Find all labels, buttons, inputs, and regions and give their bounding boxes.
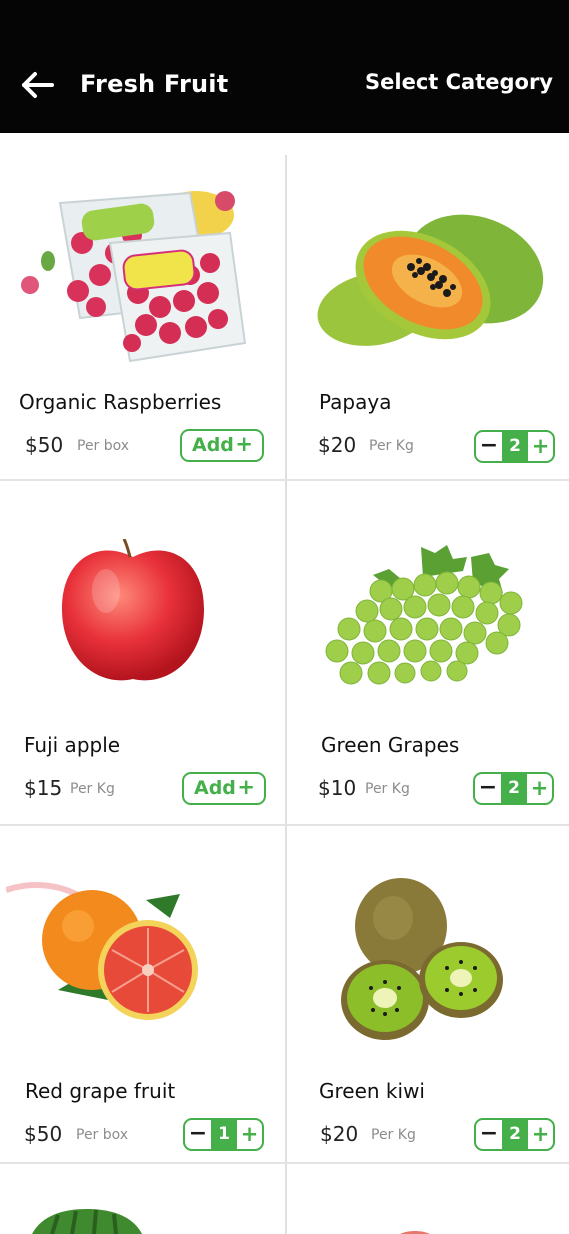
quantity-stepper: − 1 +: [183, 1118, 264, 1151]
quantity-stepper: − 2 +: [474, 1118, 555, 1151]
product-price: $20: [318, 433, 357, 457]
increase-quantity-button[interactable]: +: [528, 1120, 553, 1149]
select-category-button[interactable]: Select Category: [365, 70, 553, 94]
add-to-cart-button[interactable]: Add +: [182, 772, 266, 805]
back-button[interactable]: [20, 70, 56, 100]
plus-icon: +: [237, 775, 255, 799]
decrease-quantity-button[interactable]: −: [475, 774, 501, 803]
quantity-stepper: − 2 +: [474, 430, 555, 463]
product-card-green-kiwi[interactable]: Green kiwi $20 Per Kg − 2 +: [287, 826, 569, 1162]
product-price: $50: [24, 1122, 63, 1146]
row-divider: [0, 1162, 569, 1164]
product-unit: Per box: [76, 1127, 129, 1143]
product-card-papaya[interactable]: Papaya $20 Per Kg − 2 +: [287, 133, 569, 479]
product-unit: Per Kg: [369, 438, 414, 454]
arrow-left-icon: [22, 72, 54, 98]
product-unit: Per Kg: [371, 1127, 416, 1143]
product-card-raspberries[interactable]: Organic Raspberries $50 Per box Add +: [0, 133, 285, 479]
product-name: Papaya: [319, 390, 392, 414]
product-card-fuji-apple[interactable]: Fuji apple $15 Per Kg Add +: [0, 481, 285, 824]
decrease-quantity-button[interactable]: −: [476, 432, 502, 461]
product-grid: Organic Raspberries $50 Per box Add + Pa…: [0, 133, 569, 1234]
product-name: Green kiwi: [319, 1079, 425, 1103]
raspberries-image: [21, 191, 247, 363]
add-to-cart-button[interactable]: Add +: [180, 429, 264, 462]
quantity-value: 1: [211, 1120, 237, 1149]
product-unit: Per Kg: [365, 781, 410, 797]
quantity-stepper: − 2 +: [473, 772, 554, 805]
increase-quantity-button[interactable]: +: [528, 432, 553, 461]
product-card-red-grape-fruit[interactable]: Red grape fruit $50 Per box − 1 +: [0, 826, 285, 1162]
quantity-value: 2: [501, 774, 527, 803]
watermelon-image: [32, 1209, 142, 1234]
kiwi-image: [341, 878, 503, 1040]
grapes-image: [325, 545, 523, 685]
decrease-quantity-button[interactable]: −: [185, 1120, 211, 1149]
add-button-label: Add: [194, 777, 236, 799]
product-unit: Per Kg: [70, 781, 115, 797]
increase-quantity-button[interactable]: +: [237, 1120, 262, 1149]
app-header: Fresh Fruit Select Category: [0, 0, 569, 133]
decrease-quantity-button[interactable]: −: [476, 1120, 502, 1149]
increase-quantity-button[interactable]: +: [527, 774, 552, 803]
apple-image: [62, 539, 204, 681]
product-name: Red grape fruit: [25, 1079, 176, 1103]
product-name: Fuji apple: [24, 733, 121, 757]
page-title: Fresh Fruit: [80, 70, 229, 98]
product-name: Organic Raspberries: [19, 390, 222, 414]
quantity-value: 2: [502, 432, 528, 461]
product-price: $15: [24, 776, 63, 800]
product-card-green-grapes[interactable]: Green Grapes $10 Per Kg − 2 +: [287, 481, 569, 824]
partial-product-image: [400, 1231, 430, 1234]
product-unit: Per box: [77, 438, 130, 454]
product-price: $20: [320, 1122, 359, 1146]
papaya-image: [317, 214, 544, 346]
add-button-label: Add: [192, 434, 234, 456]
product-name: Green Grapes: [321, 733, 460, 757]
product-price: $50: [25, 433, 64, 457]
quantity-value: 2: [502, 1120, 528, 1149]
product-price: $10: [318, 776, 357, 800]
plus-icon: +: [235, 432, 253, 456]
grapefruit-image: [6, 882, 198, 1020]
